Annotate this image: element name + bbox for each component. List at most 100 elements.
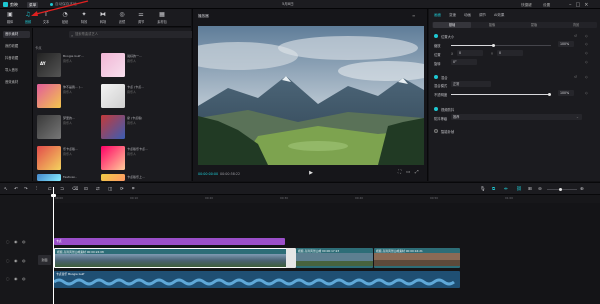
eye-icon[interactable]: ◉	[14, 258, 18, 263]
checkbox-stabilize[interactable]	[434, 107, 438, 111]
blend-mode-select[interactable]: 正常	[451, 81, 491, 87]
mute-icon[interactable]: ◍	[22, 258, 26, 263]
subtab-cutout[interactable]: 抠像	[473, 22, 511, 28]
keyframe-icon[interactable]: ◇	[585, 75, 588, 79]
linkage-icon[interactable]: ⛓	[516, 186, 522, 193]
keyframe-icon[interactable]: ◇	[585, 34, 588, 38]
mute-icon[interactable]: ◍	[22, 239, 26, 244]
effect-clip[interactable]: 卡点	[54, 238, 285, 245]
microphone-icon[interactable]: 🎙	[480, 186, 486, 193]
project-title[interactable]: 5月8日	[282, 2, 294, 7]
zoom-slider[interactable]	[547, 188, 577, 191]
lock-icon[interactable]: ◌	[6, 239, 10, 244]
position-x[interactable]: 0	[457, 50, 483, 56]
play-icon[interactable]: ▶	[307, 169, 315, 177]
reset-icon[interactable]: ↺	[574, 34, 577, 38]
subtab-basic[interactable]: 基础	[433, 22, 471, 28]
zoom-in-icon[interactable]: ⊕	[580, 186, 584, 193]
music-cover[interactable]	[37, 115, 61, 139]
music-cover[interactable]	[101, 53, 125, 77]
lock-icon[interactable]: ◌	[6, 258, 10, 263]
tab-package[interactable]: ▦ 素材包	[152, 11, 172, 26]
undo-icon[interactable]: ↶	[14, 186, 18, 193]
cover-button[interactable]: 封面	[38, 255, 51, 265]
redo-icon[interactable]: ↷	[24, 186, 28, 193]
music-cover[interactable]	[101, 115, 125, 139]
keyframe-icon[interactable]: ◇	[585, 91, 588, 95]
music-cover[interactable]	[101, 84, 125, 108]
music-cover[interactable]	[37, 146, 61, 170]
opacity-value[interactable]: 100%	[558, 90, 574, 96]
video-clip[interactable]: 视频 高清风景山峰 00:00:17:23	[296, 248, 373, 268]
rotate-icon[interactable]: ⟳	[120, 186, 124, 193]
playhead-handle[interactable]	[51, 194, 56, 197]
stabilize-select[interactable]: 推荐	[451, 114, 582, 120]
time-ruler[interactable]: 00:00 00:10 00:20 00:30 00:40 00:50 01:0…	[0, 195, 600, 203]
eye-icon[interactable]: ◉	[14, 239, 18, 244]
nav-item-sfx[interactable]: 音效素材	[3, 79, 30, 86]
select-tool-icon[interactable]: ↖	[4, 186, 8, 193]
lock-icon[interactable]: ◌	[6, 276, 10, 281]
delete-icon[interactable]: ⌫	[72, 186, 78, 193]
more-icon[interactable]: ≡	[412, 13, 415, 18]
tab-adjust[interactable]: ⚌ 调节	[133, 11, 149, 26]
scale-value[interactable]: 100%	[558, 41, 574, 47]
nav-item-douyin[interactable]: 抖音收藏	[3, 55, 30, 62]
crop-icon[interactable]: ⛶	[398, 170, 401, 176]
tab-adjust[interactable]: 调节	[479, 11, 486, 19]
tab-speed[interactable]: 变速	[449, 11, 456, 19]
video-preview[interactable]	[198, 26, 424, 165]
clip-trim-handle[interactable]	[286, 248, 296, 268]
main-track-magnet-icon[interactable]: ⧉	[492, 186, 495, 193]
split-right-icon[interactable]: ⊐	[60, 186, 64, 193]
reset-icon[interactable]: ↺	[574, 75, 577, 79]
music-cover[interactable]	[101, 146, 125, 170]
keyframe-icon[interactable]: ◇	[585, 60, 588, 64]
tab-animation[interactable]: 动画	[464, 11, 471, 19]
nav-item-favorites[interactable]: 我的收藏	[3, 43, 30, 50]
tab-picture[interactable]: 画面	[434, 11, 441, 19]
rotate-value[interactable]: 0°	[451, 59, 477, 65]
mute-icon[interactable]: ◍	[22, 276, 26, 281]
keyframe-icon[interactable]: ◇	[585, 51, 588, 55]
checkbox-blend[interactable]	[434, 75, 438, 79]
zoom-out-icon[interactable]: ⊖	[538, 186, 542, 193]
opacity-slider[interactable]	[451, 93, 551, 96]
split-left-icon[interactable]: ⊏	[48, 186, 52, 193]
freeze-icon[interactable]: ⊡	[84, 186, 88, 193]
music-cover[interactable]: AY	[37, 53, 61, 77]
playhead[interactable]	[53, 187, 54, 304]
subtab-background[interactable]: 背景	[557, 22, 595, 28]
video-clip[interactable]: 视频 高清风景山峰素材 00:00:24:08	[54, 248, 294, 268]
checkbox-position[interactable]	[434, 34, 438, 38]
crop-tool-icon[interactable]: ⌗	[132, 186, 135, 193]
keyframe-icon[interactable]: ◇	[585, 42, 588, 46]
tab-ai-effects[interactable]: AI效果	[494, 11, 504, 19]
position-y[interactable]: 0	[497, 50, 523, 56]
close-icon[interactable]: ×	[584, 1, 588, 9]
reverse-icon[interactable]: ⇄	[96, 186, 100, 193]
nav-item-import[interactable]: 导入音乐	[3, 67, 30, 74]
tab-media[interactable]: ▣ 媒体	[2, 11, 18, 26]
preview-axis-icon[interactable]: ⊞	[528, 186, 532, 193]
scale-slider[interactable]	[451, 44, 551, 47]
music-cover[interactable]	[37, 174, 61, 181]
fullscreen-icon[interactable]: ⤢	[415, 170, 419, 176]
subtab-mask[interactable]: 蒙版	[515, 22, 553, 28]
video-clip[interactable]: 视频 高清风景山峰素材 00:00:16:21	[374, 248, 460, 268]
checkbox-smart-frame[interactable]	[434, 129, 438, 133]
nav-item-music[interactable]: 音乐素材	[3, 31, 30, 38]
music-cover[interactable]	[37, 84, 61, 108]
tab-filter[interactable]: ◎ 滤镜	[114, 11, 130, 26]
auto-snap-icon[interactable]: ⇹	[504, 186, 508, 193]
minimize-icon[interactable]: –	[569, 1, 572, 9]
eye-icon[interactable]: ◉	[14, 276, 18, 281]
settings-button[interactable]: 设置	[543, 2, 550, 8]
tab-transition[interactable]: ⧓ 转场	[95, 11, 111, 26]
maximize-icon[interactable]: □	[576, 1, 581, 9]
audio-clip[interactable]: 卡点音乐 Boogie Gulf	[54, 271, 460, 288]
shortcuts-button[interactable]: 快捷键	[521, 2, 532, 8]
music-cover[interactable]	[101, 174, 125, 181]
ratio-icon[interactable]: ▭	[406, 170, 410, 176]
mirror-icon[interactable]: ◫	[108, 186, 112, 193]
